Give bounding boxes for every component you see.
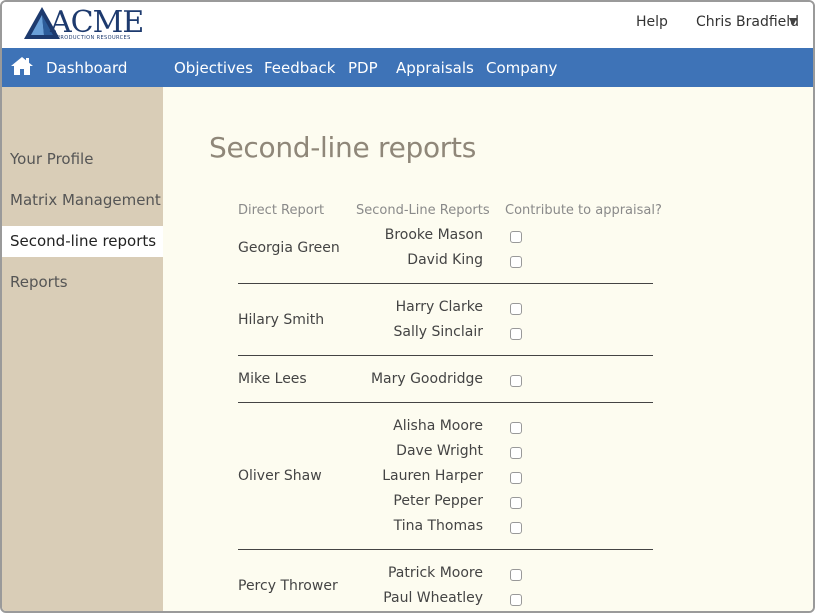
direct-report-name: Oliver Shaw (238, 468, 322, 484)
top-bar: ACME PRODUCTION RESOURCES Help Chris Bra… (2, 2, 813, 48)
second-line-report-name: Dave Wright (396, 443, 483, 459)
page-title: Second-line reports (209, 131, 476, 164)
contribute-checkbox[interactable] (510, 422, 522, 434)
group-divider (238, 402, 653, 403)
second-line-report-name: Peter Pepper (393, 493, 483, 509)
second-line-report-name: Alisha Moore (393, 418, 483, 434)
logo-text: ACME (50, 5, 144, 40)
nav-pdp[interactable]: PDP (348, 59, 378, 77)
direct-report-name: Mike Lees (238, 371, 307, 387)
sidebar-item-matrix-management[interactable]: Matrix Management (2, 185, 163, 216)
help-link[interactable]: Help (636, 14, 668, 30)
second-line-report-name: Tina Thomas (393, 518, 483, 534)
contribute-checkbox[interactable] (510, 472, 522, 484)
group-divider (238, 355, 653, 356)
direct-report-name: Percy Thrower (238, 578, 338, 594)
caret-down-icon[interactable] (789, 18, 797, 26)
second-line-report-name: David King (407, 252, 483, 268)
nav-appraisals[interactable]: Appraisals (396, 59, 474, 77)
user-menu[interactable]: Chris Bradfield (696, 14, 799, 30)
group-divider (238, 283, 653, 284)
group-divider (238, 549, 653, 550)
second-line-report-name: Harry Clarke (395, 299, 483, 315)
contribute-checkbox[interactable] (510, 231, 522, 243)
second-line-report-name: Sally Sinclair (393, 324, 483, 340)
sidebar: Your Profile Matrix Management Second-li… (2, 87, 163, 611)
sidebar-item-your-profile[interactable]: Your Profile (2, 144, 163, 175)
main-nav: Dashboard Objectives Feedback PDP Apprai… (2, 48, 813, 87)
main-content: Second-line reports Direct Report Second… (163, 87, 813, 611)
sidebar-item-reports[interactable]: Reports (2, 267, 163, 298)
contribute-checkbox[interactable] (510, 497, 522, 509)
column-header-contribute: Contribute to appraisal? (505, 203, 662, 218)
second-line-report-name: Mary Goodridge (370, 371, 483, 387)
contribute-checkbox[interactable] (510, 375, 522, 387)
second-line-report-name: Patrick Moore (387, 565, 483, 581)
contribute-checkbox[interactable] (510, 569, 522, 581)
contribute-checkbox[interactable] (510, 447, 522, 459)
nav-feedback[interactable]: Feedback (264, 59, 335, 77)
direct-report-name: Georgia Green (238, 240, 340, 256)
contribute-checkbox[interactable] (510, 594, 522, 606)
direct-report-name: Hilary Smith (238, 312, 325, 328)
nav-dashboard[interactable]: Dashboard (46, 59, 127, 77)
acme-logo[interactable]: ACME PRODUCTION RESOURCES (22, 5, 144, 43)
contribute-checkbox[interactable] (510, 256, 522, 268)
home-icon[interactable] (11, 56, 33, 76)
second-line-report-name: Brooke Mason (384, 227, 483, 243)
sidebar-item-second-line-reports[interactable]: Second-line reports (2, 226, 163, 257)
contribute-checkbox[interactable] (510, 328, 522, 340)
logo-subtext: PRODUCTION RESOURCES (57, 35, 131, 41)
contribute-checkbox[interactable] (510, 303, 522, 315)
contribute-checkbox[interactable] (510, 522, 522, 534)
column-header-direct-report: Direct Report (238, 203, 325, 218)
second-line-report-name: Lauren Harper (382, 468, 483, 484)
nav-objectives[interactable]: Objectives (174, 59, 253, 77)
second-line-report-name: Paul Wheatley (383, 590, 483, 606)
column-header-second-line-reports: Second-Line Reports (356, 203, 490, 218)
app-window: ACME PRODUCTION RESOURCES Help Chris Bra… (0, 0, 815, 613)
nav-company[interactable]: Company (486, 59, 557, 77)
